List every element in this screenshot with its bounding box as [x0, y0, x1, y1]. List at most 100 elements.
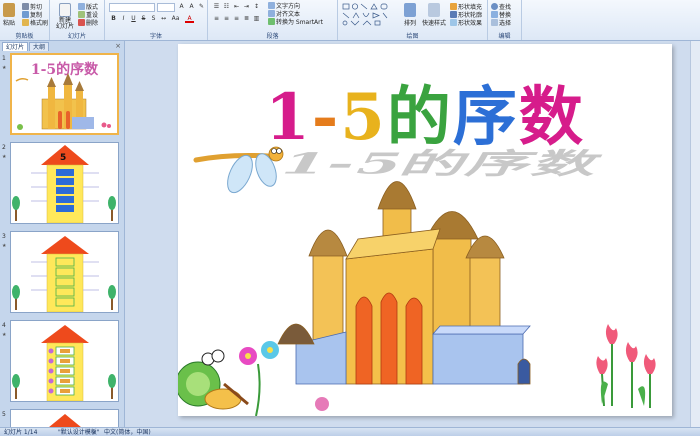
delete-icon [78, 19, 85, 26]
align-left-icon[interactable]: ≡ [212, 15, 221, 23]
tab-outline[interactable]: 大纲 [29, 42, 50, 51]
select-button[interactable]: 选择 [491, 18, 511, 27]
font-name-box[interactable] [109, 3, 155, 12]
animation-star-icon: ★ [2, 243, 7, 249]
paste-icon [3, 3, 15, 17]
vertical-scrollbar[interactable] [690, 41, 700, 427]
thumbnail-number: 5 [2, 411, 6, 418]
close-panel-icon[interactable]: × [115, 42, 121, 50]
font-group: A A ✎ B I U S S ↔ Aa A 字体 [105, 0, 208, 40]
slide-thumbnail-4[interactable] [10, 320, 119, 402]
clipboard-group: 粘贴 剪切 复制 格式刷 剪贴板 [0, 0, 50, 40]
justify-icon[interactable]: ≣ [242, 15, 251, 23]
editing-label: 编辑 [498, 33, 511, 40]
layout-icon [78, 3, 85, 10]
quick-styles-button[interactable]: 快速样式 [422, 3, 446, 27]
fill-icon [450, 3, 457, 10]
thumbnail-number: 3 [2, 233, 6, 240]
italic-icon[interactable]: I [119, 15, 128, 23]
paragraph-group: ☰ ☷ ⇤ ⇥ ↕ ≡ ≡ ≡ ≣ ▥ 文字方向 对齐文本 转换为 SmartA… [208, 0, 338, 40]
thumbnail-house-roof-picture [49, 414, 81, 427]
replace-icon [491, 11, 498, 18]
format-painter-button[interactable]: 格式刷 [22, 18, 48, 27]
align-right-icon[interactable]: ≡ [232, 15, 241, 23]
effects-icon [450, 19, 457, 26]
slides-label: 幻灯片 [67, 33, 86, 40]
editing-group: 查找 替换 选择 编辑 [488, 0, 522, 40]
slide-thumbnail-2[interactable]: 5 [10, 142, 119, 224]
slides-panel: 幻灯片 大纲 × 1 ★ 1-5的序数 2 ★ 5 3 ★ 4 ★ 5 [0, 41, 125, 427]
new-slide-button[interactable]: 新建 幻灯片 [56, 3, 74, 30]
increase-indent-icon[interactable]: ⇥ [242, 3, 251, 11]
copy-icon [22, 11, 29, 18]
spellcheck-icon[interactable]: ✓ [92, 428, 97, 436]
animation-star-icon: ★ [2, 65, 7, 71]
castle-picture [277, 181, 531, 385]
delete-slide-button[interactable]: 删除 [78, 18, 98, 27]
find-icon [491, 3, 498, 10]
clipboard-label: 剪贴板 [15, 33, 34, 40]
slide-thumbnail-3[interactable] [10, 231, 119, 313]
paste-button[interactable]: 粘贴 [3, 3, 15, 27]
animation-star-icon: ★ [2, 154, 7, 160]
quick-styles-icon [428, 3, 440, 17]
slide-thumbnail-1[interactable]: 1-5的序数 [10, 53, 119, 135]
panel-tabs: 幻灯片 大纲 [2, 42, 50, 51]
text-direction-icon [268, 2, 275, 9]
bullets-icon[interactable]: ☰ [212, 3, 221, 11]
align-text-icon [268, 10, 275, 17]
shapes-gallery[interactable] [341, 2, 397, 26]
thumbnail-animals-house-picture [12, 325, 116, 401]
font-color-icon[interactable]: A [185, 15, 194, 23]
line-spacing-icon[interactable]: ↕ [252, 3, 261, 11]
numbering-icon[interactable]: ☷ [222, 3, 231, 11]
arrange-button[interactable]: 排列 [404, 3, 416, 27]
castle-scene-picture [178, 146, 656, 416]
grow-font-icon[interactable]: A [177, 3, 186, 11]
thumbnail-castle-picture [15, 73, 111, 130]
font-label: 字体 [149, 33, 162, 40]
slides-group: 新建 幻灯片 版式 重设 删除 幻灯片 [50, 0, 105, 40]
thumbnail-empty-house-picture [12, 236, 116, 312]
slide-count-status: 幻灯片 1/14 [4, 429, 38, 436]
change-case-icon[interactable]: Aa [171, 15, 180, 23]
outline-icon [450, 11, 457, 18]
columns-icon[interactable]: ▥ [252, 15, 261, 23]
snail-picture [178, 349, 249, 410]
floor-number-label: 5 [60, 153, 67, 163]
new-slide-icon [59, 3, 71, 17]
brush-icon [22, 19, 29, 26]
smartart-icon [268, 18, 275, 25]
bold-icon[interactable]: B [109, 15, 118, 23]
ribbon: 粘贴 剪切 复制 格式刷 剪贴板 新建 幻灯片 版式 重设 删除 幻灯片 A A… [0, 0, 700, 41]
shape-effects-button[interactable]: 形状效果 [450, 18, 482, 27]
thumbnail-number: 2 [2, 144, 6, 151]
slide-thumbnail-5[interactable] [10, 409, 119, 427]
drawing-label: 绘图 [406, 33, 419, 40]
align-center-icon[interactable]: ≡ [222, 15, 231, 23]
tab-slides[interactable]: 幻灯片 [2, 42, 29, 51]
shrink-font-icon[interactable]: A [187, 3, 196, 11]
convert-smartart-button[interactable]: 转换为 SmartArt [268, 17, 323, 26]
select-icon [491, 19, 498, 26]
tulips-picture [596, 324, 656, 408]
spacing-icon[interactable]: ↔ [159, 15, 168, 23]
animation-star-icon: ★ [2, 332, 7, 338]
font-size-box[interactable] [157, 3, 175, 12]
decrease-indent-icon[interactable]: ⇤ [232, 3, 241, 11]
clear-format-icon[interactable]: ✎ [197, 3, 206, 11]
shadow-icon[interactable]: S [149, 15, 158, 23]
thumbnail-number: 4 [2, 322, 6, 329]
slide-canvas[interactable]: 1-5的序数 1-5的序数 [178, 44, 672, 416]
strikethrough-icon[interactable]: S [139, 15, 148, 23]
drawing-group: 排列 快速样式 形状填充 形状轮廓 形状效果 绘图 [338, 0, 488, 40]
thumbnail-number: 1 [2, 55, 6, 62]
language-status[interactable]: 中文(简体，中国) [104, 428, 151, 436]
underline-icon[interactable]: U [129, 15, 138, 23]
paragraph-label: 段落 [266, 33, 279, 40]
status-bar: 幻灯片 1/14 "默认设计模板" ✓ 中文(简体，中国) [0, 427, 700, 436]
reset-icon [78, 11, 85, 18]
dragonfly-picture [193, 146, 284, 194]
shapes-gallery-icon [342, 3, 388, 26]
arrange-icon [404, 3, 416, 17]
